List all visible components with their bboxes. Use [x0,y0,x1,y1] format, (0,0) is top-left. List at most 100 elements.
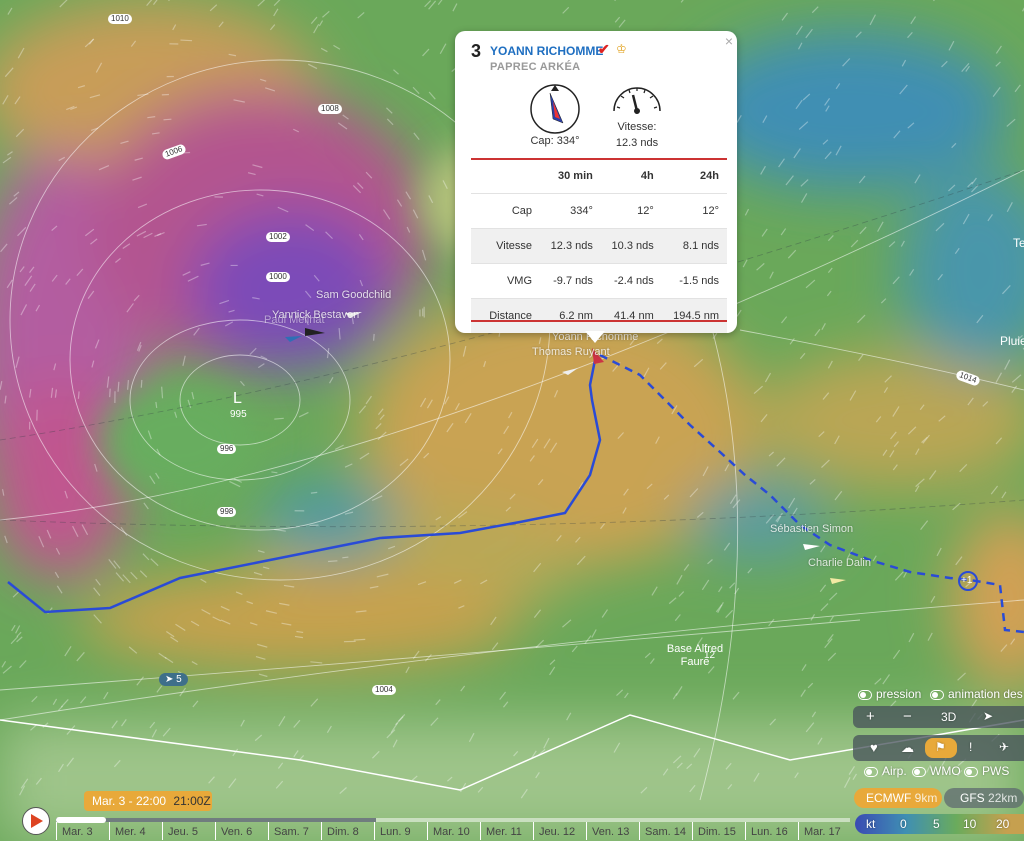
cell: 41.4 nm [600,298,662,333]
table-header: 30 min [558,169,593,182]
timeline-tick [480,822,481,840]
legend-value: 10 [963,817,977,831]
boat-label[interactable]: Sam Goodchild [316,289,391,301]
timeline-day[interactable]: Mer. 4 [115,826,146,838]
place-label: Pluie [1000,334,1024,348]
marker-5-label: 5 [176,674,182,685]
timeline-day[interactable]: Jeu. 5 [168,826,198,838]
timeline-day[interactable]: Lun. 16 [751,826,788,838]
isobar-label: 1002 [266,232,290,242]
cell: 12° [661,193,727,229]
timeline-tick [162,822,163,840]
timeline-day[interactable]: Mar. 3 [62,826,93,838]
forecast-table: 30 min 4h 24h Cap 334° 12° 12° Vitesse 1… [471,158,727,333]
marker-5[interactable]: ➤ 5 [159,673,188,686]
model-ecmwf-button[interactable]: ECMWF 9km [854,788,942,808]
weather-icon[interactable]: ☁ [901,740,914,756]
speed-gauge [613,87,661,114]
toggle-label: PWS [982,764,1010,778]
legend-value: 0 [900,817,907,831]
timeline-tick [798,822,799,840]
toggle-icon [864,766,878,777]
cell: -2.4 nds [600,263,662,299]
model-res: 22km [988,791,1018,805]
cap-label: Cap: 334° [530,135,580,147]
toggle-animation[interactable]: animation des [930,687,1023,701]
view-3d-button[interactable]: 3D [941,710,956,724]
timeline-tick [268,822,269,840]
cursor-icon: ➤ [165,674,177,685]
timeline-day[interactable]: Mar. 10 [433,826,470,838]
timeline-tick [639,822,640,840]
timeline-tick [215,822,216,840]
table-header: 24h [700,169,719,182]
timeline-day[interactable]: Mer. 11 [486,826,522,838]
speed-label: Vitesse: 12.3 nds [597,119,677,151]
timeline-day[interactable]: Lun. 9 [380,826,411,838]
current-utc: 21:00Z [173,794,211,808]
timeline-tick [586,822,587,840]
legend-unit: kt [866,817,876,831]
toggle-label: Airp. [882,764,907,778]
timeline-day[interactable]: Ven. 13 [592,826,629,838]
toggle-pression[interactable]: pression [858,687,921,701]
timeline-day[interactable]: Mar. 17 [804,826,841,838]
cell: 12.3 nds [540,228,601,264]
cell: -9.7 nds [540,263,601,299]
cell: 8.1 nds [661,228,727,264]
table-row: VMG -9.7 nds -2.4 nds -1.5 nds [471,263,727,299]
close-icon[interactable]: × [725,33,733,49]
timeline-handle[interactable] [56,817,106,823]
play-button[interactable] [22,807,50,835]
locate-icon[interactable]: ➤ [983,709,993,723]
toggle-icon [964,766,978,777]
boat-label[interactable]: Sébastien Simon [770,523,853,535]
timeline-tick [692,822,693,840]
skipper-name[interactable]: YOANN RICHOMME [490,44,603,58]
timeline-day[interactable]: Ven. 6 [221,826,252,838]
heart-icon[interactable]: ♥ [870,740,878,755]
low-value: 995 [230,409,247,420]
speed-label-title: Vitesse: [617,121,657,133]
play-icon [31,814,43,828]
timeline-day[interactable]: Dim. 8 [327,826,359,838]
waypoint-label: +1 [961,575,973,586]
cell: 12° [600,193,662,229]
model-name: GFS [960,791,985,805]
plane-icon[interactable]: ✈ [999,740,1009,754]
cell: 194.5 nm [661,298,727,333]
row-label: Distance [471,298,540,333]
boat-label[interactable]: Charlie Dalin [808,557,871,569]
toggle-wmo[interactable]: WMO [912,764,961,778]
isobar-label: 996 [217,444,237,454]
timeline-day[interactable]: Jeu. 12 [539,826,575,838]
zoom-in-button[interactable]: + [866,708,875,725]
cell: 6.2 nm [540,298,601,333]
isobar-label: 1010 [108,14,132,24]
model-gfs-button[interactable]: GFS 22km [944,788,1024,808]
toggle-airp[interactable]: Airp. [864,764,907,778]
heading-gauge [530,84,580,134]
legend-value: 20 [996,817,1010,831]
timeline-day[interactable]: Dim. 15 [698,826,736,838]
boat-label[interactable]: Paul Meilhat [264,314,325,326]
toggle-icon [912,766,926,777]
zoom-out-button[interactable]: − [903,708,912,725]
toggle-pws[interactable]: PWS [964,764,1009,778]
model-res: 9km [914,791,938,805]
isobar-label: 1004 [372,685,396,695]
table-row: Distance 6.2 nm 41.4 nm 194.5 nm [471,298,727,333]
flag-button[interactable]: ⚑ [925,738,957,758]
timeline-day[interactable]: Sam. 14 [645,826,686,838]
boat-label[interactable]: Thomas Ruyant [532,346,610,358]
place-label: Base Alfred Faure [666,643,724,668]
cell: 10.3 nds [600,228,662,264]
timeline-day[interactable]: Sam. 7 [274,826,309,838]
timeline-tick [109,822,110,840]
legend-value: 5 [933,817,940,831]
isobar-label: 12 [704,650,716,661]
thermometer-icon[interactable]: ǃ [969,740,972,754]
current-date: Mar. 3 - 22:00 [92,794,167,808]
table-row: Vitesse 12.3 nds 10.3 nds 8.1 nds [471,228,727,264]
place-label: Te [1013,236,1024,250]
